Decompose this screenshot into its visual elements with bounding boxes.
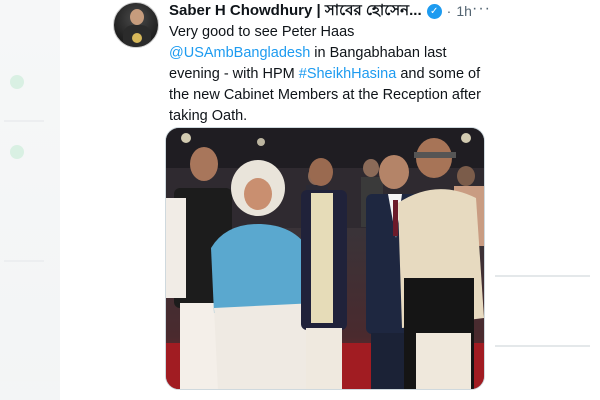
background-right-panel — [485, 0, 600, 400]
background-dot — [10, 145, 24, 159]
hashtag-link[interactable]: #SheikhHasina — [299, 66, 397, 82]
more-options-icon[interactable]: ··· — [472, 0, 491, 18]
author-avatar[interactable] — [113, 2, 159, 48]
background-divider — [4, 120, 44, 122]
tweet-card[interactable]: Saber H Chowdhury | সাবের হোসেন... ✓ · 1… — [105, 0, 495, 400]
background-left-panel — [0, 0, 60, 400]
tweet-timestamp[interactable]: 1h — [456, 3, 472, 19]
background-divider — [4, 260, 44, 262]
separator-dot: · — [446, 3, 452, 19]
verified-badge-icon: ✓ — [426, 3, 442, 19]
mention-link[interactable]: @USAmbBangladesh — [169, 45, 310, 61]
photo-image-icon — [166, 128, 484, 389]
tweet-text-part: Very good to see Peter Haas — [169, 24, 355, 40]
tweet-photo[interactable] — [165, 127, 485, 390]
background-divider — [495, 275, 590, 277]
background-dot — [10, 75, 24, 89]
author-name[interactable]: Saber H Chowdhury | সাবের হোসেন... — [169, 0, 422, 24]
tweet-text: Very good to see Peter Haas @USAmbBangla… — [169, 22, 489, 127]
tweet-header: Saber H Chowdhury | সাবের হোসেন... ✓ · 1… — [169, 0, 489, 22]
background-divider — [495, 345, 590, 347]
